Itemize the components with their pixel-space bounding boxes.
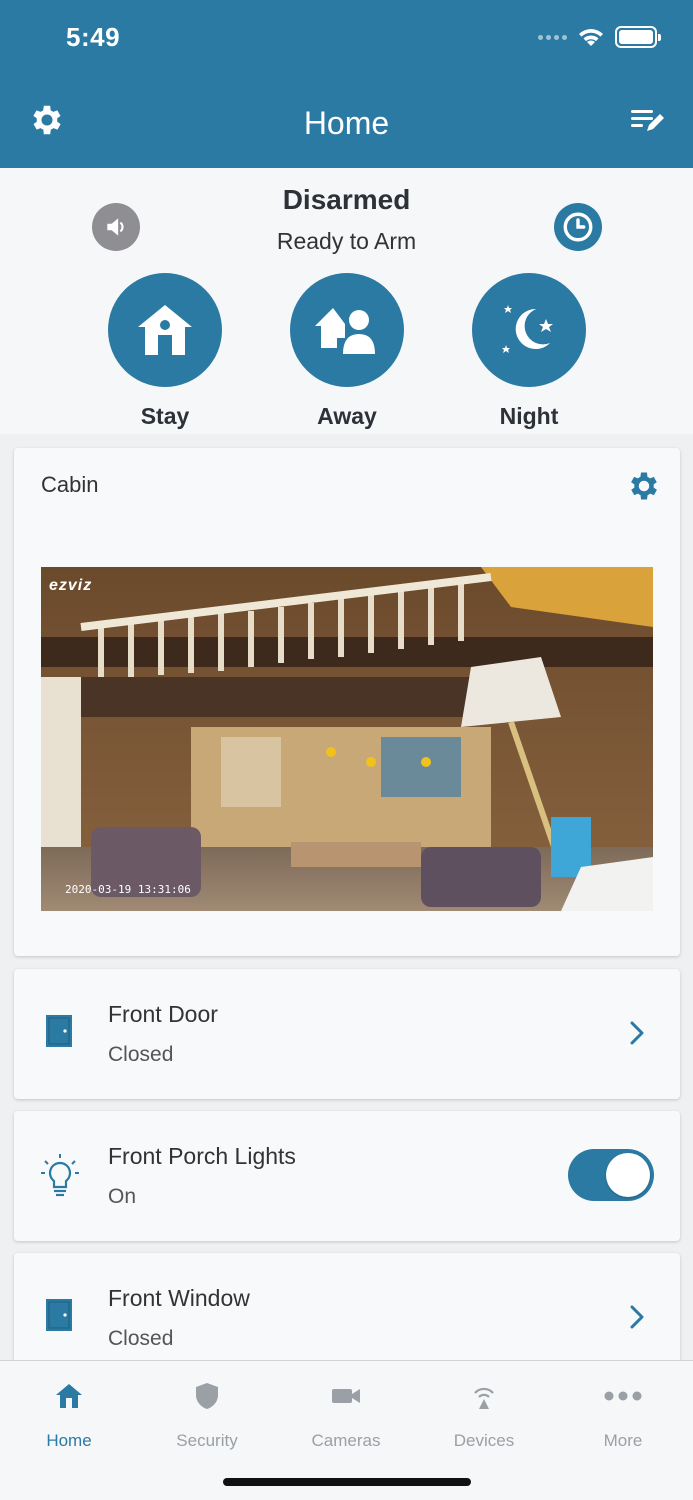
mode-away-button[interactable]: Away — [290, 273, 404, 430]
tab-home-label: Home — [46, 1431, 92, 1450]
door-icon — [46, 1015, 72, 1047]
camera-scene-image — [41, 567, 653, 911]
house-person-icon — [315, 308, 375, 354]
camera-feed[interactable]: ezviz 2020-03-19 13:31:06 — [41, 567, 653, 911]
clock-icon — [563, 212, 593, 242]
tab-home[interactable]: Home — [0, 1379, 138, 1451]
status-indicators — [538, 26, 661, 48]
tab-cameras[interactable]: Cameras — [277, 1379, 415, 1451]
tab-cameras-label: Cameras — [311, 1431, 381, 1450]
tab-more-label: More — [603, 1431, 643, 1450]
tab-more[interactable]: More — [554, 1379, 692, 1451]
mode-stay-label: Stay — [140, 403, 190, 429]
camera-timestamp: 2020-03-19 13:31:06 — [65, 883, 191, 896]
video-camera-icon — [332, 1389, 360, 1403]
shield-icon — [196, 1383, 218, 1409]
mode-away-label: Away — [317, 403, 377, 429]
app-header: 5:49 Home — [0, 0, 693, 168]
home-indicator — [223, 1478, 471, 1486]
edit-list-icon[interactable] — [629, 106, 665, 136]
battery-icon — [615, 26, 661, 48]
camera-settings-gear-icon[interactable] — [626, 468, 662, 504]
tab-devices-label: Devices — [453, 1431, 515, 1450]
status-time: 5:49 — [66, 22, 121, 52]
device-row-front-door[interactable]: Front Door Closed — [14, 969, 680, 1099]
house-icon — [138, 305, 192, 355]
device-status: Closed — [108, 1327, 174, 1350]
chevron-right-icon[interactable] — [630, 1021, 644, 1045]
mode-stay-button[interactable]: Stay — [108, 273, 222, 430]
moon-stars-icon — [502, 305, 553, 353]
wifi-icon — [579, 29, 603, 46]
wireless-icon — [474, 1387, 494, 1409]
camera-card[interactable]: Cabin ezviz 2020-03-19 13:31:06 — [14, 448, 680, 956]
mode-night-button[interactable]: Night — [472, 273, 586, 430]
chevron-right-icon[interactable] — [630, 1305, 644, 1329]
page-title: Home — [303, 105, 390, 141]
toggle-knob — [606, 1153, 650, 1197]
mode-night-label: Night — [499, 403, 559, 429]
window-icon — [46, 1299, 72, 1331]
signal-icon — [538, 34, 567, 40]
device-name: Front Porch Lights — [108, 1143, 296, 1169]
device-name: Front Door — [108, 1001, 218, 1027]
schedule-button[interactable] — [554, 203, 602, 251]
mode-away-circle[interactable] — [290, 273, 404, 387]
more-icon — [604, 1391, 642, 1401]
mode-night-circle[interactable] — [472, 273, 586, 387]
device-row-front-porch-lights[interactable]: Front Porch Lights On — [14, 1111, 680, 1241]
lightbulb-icon — [41, 1154, 79, 1197]
camera-logo: ezviz — [49, 577, 93, 594]
mode-stay-circle[interactable] — [108, 273, 222, 387]
camera-title: Cabin — [41, 472, 99, 497]
tab-security[interactable]: Security — [138, 1379, 276, 1451]
porch-lights-toggle[interactable] — [568, 1149, 654, 1201]
home-icon — [56, 1384, 82, 1408]
arm-panel: Disarmed Ready to Arm Stay Away Night — [0, 168, 693, 434]
tab-devices[interactable]: Devices — [415, 1379, 553, 1451]
device-name: Front Window — [108, 1285, 250, 1311]
device-status: Closed — [108, 1043, 174, 1066]
device-status: On — [108, 1185, 137, 1208]
tab-security-label: Security — [176, 1431, 238, 1450]
